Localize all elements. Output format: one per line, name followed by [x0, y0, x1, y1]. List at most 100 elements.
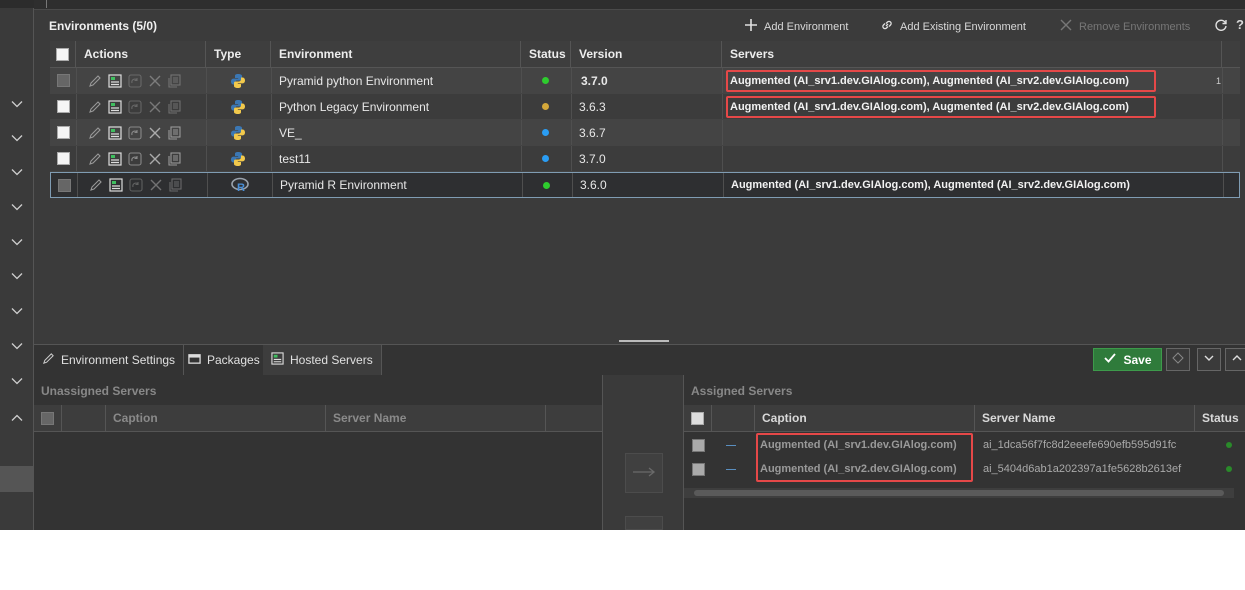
table-row[interactable]: R Pyramid R Environment 3.6.0 Augmented (AI… [50, 172, 1240, 198]
rail-chevron-down-icon[interactable] [0, 336, 34, 356]
edit-icon[interactable] [88, 152, 102, 166]
row-actions [88, 94, 206, 119]
row-checkbox[interactable] [56, 126, 70, 139]
sync-icon[interactable] [128, 99, 142, 114]
assigned-col-status[interactable]: Status [1195, 405, 1245, 431]
add-existing-environment-button[interactable]: Add Existing Environment [880, 18, 1026, 35]
version: 3.7.0 [579, 151, 606, 166]
edit-icon[interactable] [89, 178, 103, 192]
status-dot [542, 68, 562, 93]
assigned-row-checkbox[interactable] [692, 438, 705, 452]
col-header-actions[interactable]: Actions [76, 41, 206, 67]
assigned-server-name: ai_5404d6ab1a202397a1fe5628b2613ef [983, 463, 1182, 475]
assign-button[interactable] [625, 453, 663, 493]
chevron-up-icon [1231, 352, 1243, 367]
tab-environment-settings[interactable]: Environment Settings [34, 345, 185, 375]
sync-icon[interactable] [128, 151, 142, 166]
rail-chevron-down-icon[interactable] [0, 232, 34, 252]
delete-icon[interactable] [148, 126, 162, 140]
grid-header-row: Actions Type Environment Status Version … [50, 41, 1240, 68]
python-icon [230, 146, 260, 171]
edit-icon[interactable] [88, 126, 102, 140]
status-dot [543, 173, 563, 197]
sync-icon[interactable] [129, 178, 143, 192]
delete-icon[interactable] [148, 74, 162, 88]
remove-environments-button[interactable]: Remove Environments [1059, 18, 1190, 35]
unassigned-col-caption[interactable]: Caption [106, 405, 326, 431]
column-divider [723, 173, 724, 197]
hosted-servers-icon [271, 352, 284, 368]
transfer-buttons-pane [602, 375, 684, 530]
select-all-checkbox[interactable] [56, 47, 69, 61]
row-select-cell [50, 94, 76, 119]
assigned-row-cell [692, 457, 712, 481]
column-divider [571, 94, 572, 119]
row-checkbox[interactable] [57, 178, 71, 192]
rail-chevron-down-icon[interactable] [0, 162, 34, 182]
col-header-environment[interactable]: Environment [271, 41, 521, 67]
hosted-servers-icon[interactable] [108, 73, 122, 88]
delete-icon[interactable] [148, 152, 162, 166]
rail-chevron-down-icon[interactable] [0, 371, 34, 391]
assigned-select-all-checkbox[interactable] [691, 411, 704, 425]
select-all-cell [50, 41, 76, 67]
column-divider [76, 94, 77, 119]
r-icon: R [231, 173, 261, 197]
hosted-servers-icon[interactable] [108, 99, 122, 114]
assigned-row-checkbox[interactable] [692, 462, 705, 476]
copy-icon[interactable] [168, 73, 182, 88]
edit-icon[interactable] [88, 100, 102, 114]
copy-icon[interactable] [168, 125, 182, 140]
unassigned-col-server-name[interactable]: Server Name [326, 405, 546, 431]
check-icon [1103, 351, 1117, 368]
discard-button[interactable] [1166, 348, 1190, 371]
row-checkbox[interactable] [56, 100, 70, 113]
rail-chevron-down-icon[interactable] [0, 128, 34, 148]
expand-panel-button[interactable] [1225, 348, 1245, 371]
delete-icon[interactable] [149, 178, 163, 192]
help-button[interactable]: ? [1236, 17, 1244, 32]
servers: Augmented (AI_srv1.dev.GIAlog.com), Augm… [731, 179, 1130, 191]
unassigned-select-all-checkbox[interactable] [41, 411, 54, 425]
copy-icon[interactable] [169, 178, 183, 192]
delete-icon[interactable] [148, 100, 162, 114]
hosted-servers-icon[interactable] [108, 151, 122, 166]
refresh-button[interactable] [1214, 18, 1228, 35]
collapse-panel-button[interactable] [1197, 348, 1221, 371]
tab-packages[interactable]: Packages [180, 345, 269, 375]
edit-icon[interactable] [88, 74, 102, 88]
sync-icon[interactable] [128, 73, 142, 88]
col-header-version[interactable]: Version [571, 41, 722, 67]
copy-icon[interactable] [168, 99, 182, 114]
rail-chevron-down-icon[interactable] [0, 301, 34, 321]
plus-icon [744, 18, 758, 35]
copy-icon[interactable] [168, 151, 182, 166]
column-divider [521, 68, 522, 93]
add-environment-button[interactable]: Add Environment [744, 18, 848, 35]
col-header-servers[interactable]: Servers [722, 41, 1222, 67]
rail-chevron-up-icon[interactable] [0, 408, 34, 428]
horizontal-scrollbar[interactable] [684, 488, 1234, 498]
save-button[interactable]: Save [1093, 348, 1162, 371]
assigned-col-caption[interactable]: Caption [755, 405, 975, 431]
col-header-type[interactable]: Type [206, 41, 271, 67]
row-checkbox[interactable] [56, 152, 70, 165]
hosted-servers-icon[interactable] [109, 178, 123, 192]
scrollbar-thumb[interactable] [694, 490, 1224, 496]
col-header-status[interactable]: Status [521, 41, 571, 67]
row-checkbox[interactable] [56, 74, 70, 87]
unassign-button[interactable] [625, 516, 663, 530]
sync-icon[interactable] [128, 125, 142, 140]
table-row[interactable]: VE_ 3.6.7 [50, 120, 1240, 146]
column-divider [206, 146, 207, 171]
remove-environments-label: Remove Environments [1079, 20, 1191, 33]
hosted-servers-icon[interactable] [108, 125, 122, 140]
column-divider [77, 173, 78, 197]
rail-chevron-down-icon[interactable] [0, 94, 34, 114]
tab-hosted-servers[interactable]: Hosted Servers [263, 345, 382, 375]
table-row[interactable]: test11 3.7.0 [50, 146, 1240, 172]
rail-chevron-down-icon[interactable] [0, 197, 34, 217]
rail-chevron-down-icon[interactable] [0, 266, 34, 286]
assigned-col-server-name[interactable]: Server Name [975, 405, 1195, 431]
column-divider [571, 146, 572, 171]
